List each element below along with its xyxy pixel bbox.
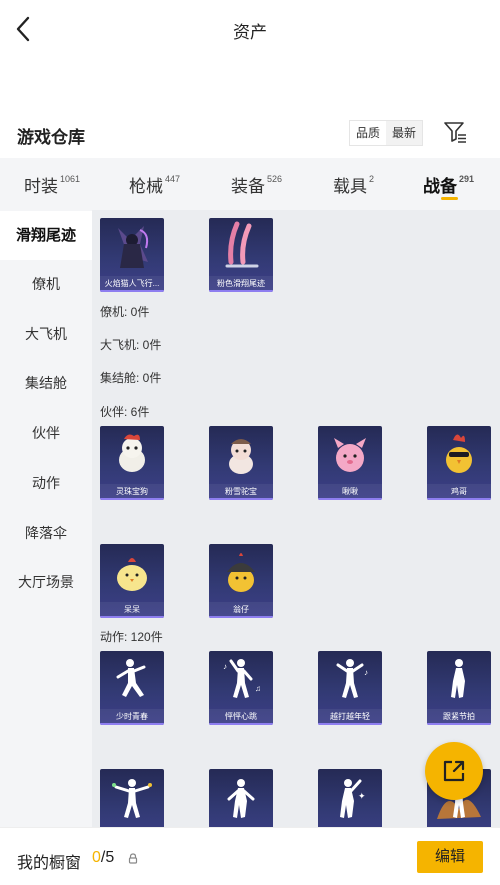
plane-count-label: 大飞机: 0件 xyxy=(100,338,162,352)
rarity-bar xyxy=(100,723,164,725)
showcase-count: 0/5 xyxy=(92,849,114,867)
rarity-bar xyxy=(209,723,273,725)
rarity-bar xyxy=(100,616,164,618)
item-card[interactable] xyxy=(209,769,273,827)
chicken-pet-icon xyxy=(446,434,472,473)
rarity-bar xyxy=(427,498,491,500)
sidebar: 滑翔尾迹 僚机 大飞机 集结舱 伙伴 动作 降落伞 大厅场景 xyxy=(0,210,92,827)
category-tabs: 时装 1061 枪械 447 装备 526 载具 2 战备 291 xyxy=(0,158,500,210)
lock-icon xyxy=(128,853,138,864)
item-card[interactable]: 翁仔 xyxy=(209,544,273,618)
sidebar-item-lobby-scene[interactable]: 大厅场景 xyxy=(0,558,92,607)
partner-count-label: 伙伴: 6件 xyxy=(100,405,150,419)
sidebar-item-glide-trail[interactable]: 滑翔尾迹 xyxy=(0,211,92,260)
item-grid: 火焰猫人飞行... 粉色滑翔尾迹 僚机: 0件 大飞机: 0件 集结舱: 0件 … xyxy=(92,210,500,827)
dog-pet-icon xyxy=(119,434,145,472)
dancer-silhouette-icon xyxy=(227,779,255,818)
pink-chick-pet-icon xyxy=(334,438,366,472)
tab-fashion[interactable]: 时装 1061 xyxy=(24,172,80,197)
item-card[interactable]: 火焰猫人飞行... xyxy=(100,218,164,292)
item-card[interactable]: 灵珠宝狗 xyxy=(100,426,164,500)
sidebar-item-big-plane[interactable]: 大飞机 xyxy=(0,310,92,359)
share-button[interactable] xyxy=(425,742,483,800)
sort-quality-button[interactable]: 品质 xyxy=(350,121,387,145)
sidebar-item-parachute[interactable]: 降落伞 xyxy=(0,509,92,558)
share-icon xyxy=(443,760,465,782)
tab-count: 1061 xyxy=(60,174,81,184)
rarity-bar xyxy=(100,290,164,292)
sidebar-item-emote[interactable]: 动作 xyxy=(0,459,92,508)
tab-label: 战备 xyxy=(423,177,457,196)
item-card[interactable]: ♪ 越打越年轻 xyxy=(318,651,382,725)
tab-count: 2 xyxy=(369,174,375,184)
tab-equipment[interactable]: 装备 526 xyxy=(231,172,282,197)
emote-count-label: 动作: 120件 xyxy=(100,630,163,644)
item-card[interactable]: ✦ xyxy=(318,769,382,827)
tab-vehicles[interactable]: 载具 2 xyxy=(333,172,374,197)
showcase-bar: 我的橱窗 0/5 编辑 xyxy=(0,827,500,885)
cat-warrior-icon xyxy=(118,226,149,268)
item-card[interactable]: 少时青春 xyxy=(100,651,164,725)
dancer-silhouette-icon xyxy=(116,659,146,697)
page-title: 资产 xyxy=(233,23,267,42)
tab-label: 装备 xyxy=(231,177,265,196)
warehouse-title: 游戏仓库 xyxy=(17,128,85,147)
svg-text:♫: ♫ xyxy=(255,684,261,693)
helmet-chick-pet-icon xyxy=(227,553,255,592)
rarity-bar xyxy=(209,616,273,618)
sidebar-item-assembly-pod[interactable]: 集结舱 xyxy=(0,359,92,408)
dancer-silhouette-icon: ♪ xyxy=(336,659,368,698)
tab-count: 291 xyxy=(459,174,475,184)
alpaca-pet-icon xyxy=(229,439,253,474)
tab-readiness[interactable]: 战备 291 xyxy=(423,172,474,197)
item-card[interactable]: 鸡哥 xyxy=(427,426,491,500)
item-card[interactable]: ♪ ♫ 怦怦心跳 xyxy=(209,651,273,725)
tab-count: 447 xyxy=(165,174,181,184)
item-card[interactable]: 粉雪驼宝 xyxy=(209,426,273,500)
dancer-silhouette-icon xyxy=(451,659,465,698)
rarity-bar xyxy=(100,498,164,500)
edit-button[interactable]: 编辑 xyxy=(417,841,483,873)
svg-text:♪: ♪ xyxy=(223,662,227,671)
rarity-bar xyxy=(427,723,491,725)
item-card[interactable]: 粉色滑翔尾迹 xyxy=(209,218,273,292)
active-tab-indicator xyxy=(441,197,458,200)
sidebar-item-partner[interactable]: 伙伴 xyxy=(0,409,92,458)
tab-count: 526 xyxy=(267,174,283,184)
dancer-silhouette-icon: ♪♫ xyxy=(223,659,261,698)
pod-count-label: 集结舱: 0件 xyxy=(100,371,162,385)
showcase-used-count: 0 xyxy=(92,849,101,866)
tab-label: 时装 xyxy=(24,177,58,196)
dancer-silhouette-icon: ✦ xyxy=(340,779,366,818)
rarity-bar xyxy=(209,290,273,292)
item-card[interactable]: 啾啾 xyxy=(318,426,382,500)
wingman-count-label: 僚机: 0件 xyxy=(100,305,150,319)
showcase-total-count: /5 xyxy=(100,849,115,866)
sidebar-item-wingman[interactable]: 僚机 xyxy=(0,260,92,309)
filter-icon[interactable] xyxy=(443,120,469,144)
rarity-bar xyxy=(318,723,382,725)
dancer-silhouette-icon xyxy=(112,779,152,818)
tab-label: 载具 xyxy=(333,177,367,196)
tab-label: 枪械 xyxy=(129,177,163,196)
tab-weapons[interactable]: 枪械 447 xyxy=(129,172,180,197)
sort-latest-button[interactable]: 最新 xyxy=(386,121,422,145)
top-bar: 资产 xyxy=(0,0,500,58)
sort-toggle: 品质 最新 xyxy=(349,120,424,146)
rarity-bar xyxy=(318,498,382,500)
svg-text:✦: ✦ xyxy=(358,791,366,801)
rarity-bar xyxy=(209,498,273,500)
item-card[interactable]: 呆呆 xyxy=(100,544,164,618)
item-card[interactable] xyxy=(100,769,164,827)
svg-text:♪: ♪ xyxy=(364,668,368,677)
yellow-chick-pet-icon xyxy=(117,558,147,591)
pink-trail-icon xyxy=(225,221,259,268)
showcase-label: 我的橱窗 xyxy=(17,855,82,872)
item-card[interactable]: 跟紧节拍 xyxy=(427,651,491,725)
